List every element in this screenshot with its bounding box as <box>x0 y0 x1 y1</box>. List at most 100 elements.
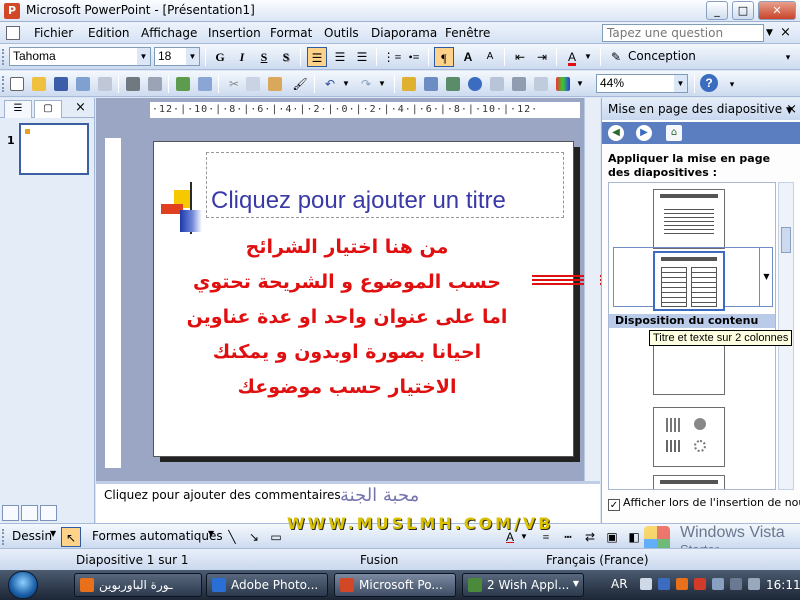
font-size-combo[interactable]: 18 ▼ <box>154 47 200 66</box>
shadow-button[interactable]: S <box>276 47 296 67</box>
toolbar-options-icon[interactable]: ▾ <box>722 74 742 94</box>
maximize-button[interactable]: □ <box>732 1 754 20</box>
arrow-style-icon[interactable]: ⇄ <box>580 527 600 547</box>
taskbar-button-powerpoint[interactable]: Microsoft Po... <box>334 573 456 597</box>
research-icon[interactable] <box>198 77 212 91</box>
chevron-down-icon[interactable]: ▼ <box>574 74 586 94</box>
new-document-icon[interactable] <box>10 77 24 91</box>
document-icon[interactable] <box>6 26 20 40</box>
menu-edition[interactable]: Edition <box>88 26 130 40</box>
decrease-font-button[interactable]: A <box>480 47 500 67</box>
help-tray-icon[interactable] <box>640 578 652 590</box>
chevron-down-icon[interactable]: ▼ <box>376 74 388 94</box>
shadow-style-icon[interactable]: ▣ <box>602 527 622 547</box>
toolbar-options-icon[interactable]: ▾ <box>778 47 798 67</box>
email-icon[interactable] <box>98 77 112 91</box>
menu-outils[interactable]: Outils <box>324 26 359 40</box>
autoshapes-button[interactable]: Formes automatiques <box>92 529 223 543</box>
increase-font-button[interactable]: A <box>458 47 478 67</box>
design-icon[interactable]: ✎ <box>606 47 626 67</box>
back-icon[interactable]: ◀ <box>608 125 624 141</box>
table-icon[interactable] <box>424 77 438 91</box>
arrow-icon[interactable]: ↘ <box>244 527 264 547</box>
align-center-button[interactable]: ☰ <box>330 47 350 67</box>
chevron-down-icon[interactable]: ▼ <box>208 529 214 538</box>
menu-format[interactable]: Format <box>270 26 312 40</box>
task-pane-header[interactable]: Mise en page des diapositive ▼ × <box>602 98 800 120</box>
menu-diaporama[interactable]: Diaporama <box>371 26 437 40</box>
chevron-down-icon[interactable]: ▼ <box>186 48 199 65</box>
forward-icon[interactable]: ▶ <box>636 125 652 141</box>
tray-app-icon[interactable] <box>676 578 688 590</box>
close-document-button[interactable]: × <box>780 25 791 40</box>
volume-icon[interactable] <box>748 578 760 590</box>
normal-view-icon[interactable] <box>2 505 19 521</box>
indent-increase-icon[interactable]: ⇥ <box>532 47 552 67</box>
zoom-combo[interactable]: 44% ▼ <box>596 74 688 93</box>
powerpoint-app-icon[interactable]: P <box>4 3 20 19</box>
taskbar-button-arabic-doc[interactable]: ـورة الباوربوين <box>74 573 202 597</box>
hyperlink-icon[interactable] <box>468 77 482 91</box>
font-name-combo[interactable]: Tahoma ▼ <box>9 47 151 66</box>
italic-button[interactable]: I <box>232 47 252 67</box>
tab-outline[interactable]: ☰ <box>4 100 32 118</box>
task-pane-close-button[interactable]: × <box>786 102 797 117</box>
format-painter-icon[interactable]: 🖌 <box>290 74 310 94</box>
font-color-button[interactable]: A <box>562 47 582 67</box>
bullets-icon[interactable]: •≡ <box>404 47 424 67</box>
menu-fenetre[interactable]: Fenêtre <box>445 26 490 40</box>
tables-borders-icon[interactable] <box>446 77 460 91</box>
layout-two-columns[interactable] <box>653 251 725 311</box>
indent-decrease-icon[interactable]: ⇤ <box>510 47 530 67</box>
toolbar-grip[interactable] <box>2 529 5 545</box>
scrollbar-thumb[interactable] <box>781 227 791 253</box>
toolbar-grip[interactable] <box>2 76 5 92</box>
taskbar-button-photoshop[interactable]: Adobe Photo... <box>206 573 328 597</box>
chevron-down-icon[interactable]: ▼ <box>137 48 150 65</box>
select-objects-icon[interactable]: ↖ <box>61 527 81 547</box>
show-formatting-icon[interactable] <box>512 77 526 91</box>
print-preview-icon[interactable] <box>148 77 162 91</box>
rtl-direction-button[interactable]: ¶ <box>434 47 454 67</box>
underline-button[interactable]: S <box>254 47 274 67</box>
show-on-insert-checkbox[interactable]: ✓Afficher lors de l'insertion de nouvell… <box>608 496 800 511</box>
taskbar-button-wish[interactable]: 2 Wish Appl... ▼ <box>462 573 584 597</box>
tray-app-icon[interactable] <box>694 578 706 590</box>
tab-slides[interactable]: ▢ <box>34 100 62 118</box>
rectangle-icon[interactable]: ▭ <box>266 527 286 547</box>
layout-content[interactable] <box>653 407 725 467</box>
spelling-icon[interactable] <box>176 77 190 91</box>
home-icon[interactable]: ⌂ <box>666 125 682 141</box>
design-button[interactable]: Conception <box>628 49 696 63</box>
toolbar-grip[interactable] <box>2 49 5 65</box>
tray-app-icon[interactable] <box>658 578 670 590</box>
cut-icon[interactable]: ✂ <box>224 74 244 94</box>
chart-icon[interactable] <box>402 77 416 91</box>
menu-affichage[interactable]: Affichage <box>141 26 197 40</box>
minimize-button[interactable]: _ <box>706 1 728 20</box>
align-right-button[interactable]: ☰ <box>352 47 372 67</box>
menu-insertion[interactable]: Insertion <box>208 26 261 40</box>
chevron-down-icon[interactable]: ▼ <box>582 47 594 67</box>
slide-vertical-scrollbar[interactable] <box>584 98 600 481</box>
grid-icon[interactable] <box>534 77 548 91</box>
layout-dropdown-arrow[interactable]: ▼ <box>759 247 773 307</box>
chevron-down-icon[interactable]: ▼ <box>50 529 56 538</box>
undo-icon[interactable]: ↶ <box>320 74 340 94</box>
expand-icon[interactable] <box>490 77 504 91</box>
print-icon[interactable] <box>126 77 140 91</box>
permission-icon[interactable] <box>76 77 90 91</box>
numbering-icon[interactable]: ⋮≡ <box>382 47 402 67</box>
slide-sorter-icon[interactable] <box>21 505 38 521</box>
language-indicator[interactable]: AR <box>611 577 628 591</box>
copy-icon[interactable] <box>246 77 260 91</box>
question-input[interactable]: Tapez une question <box>602 24 764 42</box>
dash-style-icon[interactable]: ┅ <box>558 527 578 547</box>
chevron-down-icon[interactable]: ▼ <box>674 75 687 92</box>
bold-button[interactable]: G <box>210 47 230 67</box>
clock[interactable]: 16:11 <box>766 578 800 592</box>
checkbox-checked-icon[interactable]: ✓ <box>608 499 620 511</box>
help-button[interactable]: ? <box>700 74 718 92</box>
layout-partial[interactable] <box>653 475 725 489</box>
layout-title-text[interactable] <box>653 189 725 249</box>
